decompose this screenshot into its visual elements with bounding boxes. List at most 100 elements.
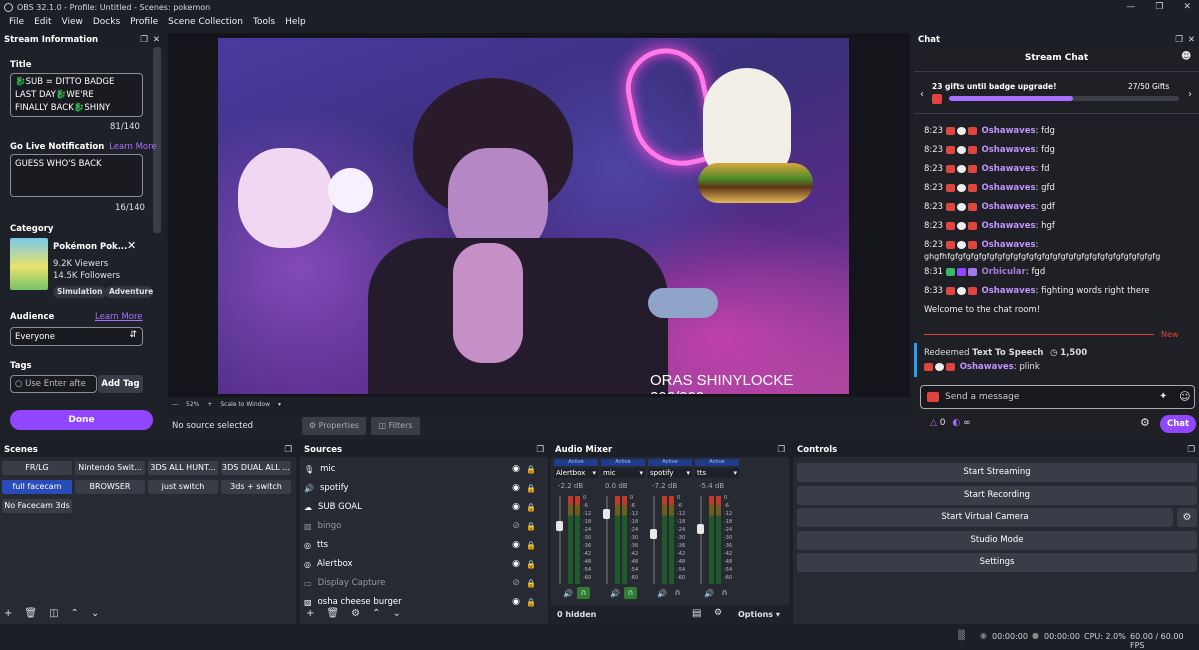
speaker-icon[interactable]: 🔊 — [610, 589, 620, 598]
menu-scene-collection[interactable]: Scene Collection — [163, 15, 248, 29]
float-icon[interactable]: ❐ — [284, 445, 292, 455]
channel-select[interactable]: spotify ▾ — [648, 468, 692, 478]
scene-item[interactable]: 3DS DUAL ALL ... — [221, 461, 291, 475]
headphones-icon[interactable]: ∩ — [577, 587, 590, 599]
tags-input[interactable]: ○ Use Enter afte — [10, 375, 97, 393]
source-item[interactable]: ☁ SUB GOAL ◉ 🔒 — [304, 498, 544, 516]
float-icon[interactable]: ❐ — [777, 445, 785, 455]
eye-icon[interactable]: ◉ — [512, 502, 520, 512]
scene-item[interactable]: 3ds + switch — [221, 480, 291, 494]
audience-select[interactable]: Everyone ⇵ — [10, 327, 143, 346]
start-streaming-button[interactable]: Start Streaming — [797, 463, 1197, 482]
trash-icon[interactable]: 🗑 — [24, 608, 37, 619]
close-icon[interactable]: ✕ — [1183, 2, 1191, 12]
msg-user[interactable]: Oshawaves — [982, 286, 1036, 296]
scene-item[interactable]: Nintendo Swit... — [75, 461, 145, 475]
trash-icon[interactable]: 🗑 — [326, 608, 339, 619]
advanced-audio-icon[interactable]: ⚙ — [714, 608, 722, 618]
lock-icon[interactable]: 🔒 — [526, 541, 536, 550]
title-field[interactable]: 🐉SUB = DITTO BADGE LAST DAY🐉WE'RE FINALL… — [10, 73, 143, 117]
filters-button[interactable]: ◫ Filters — [371, 417, 420, 435]
arrow-up-icon[interactable]: ⌃ — [372, 608, 380, 619]
category-tag[interactable]: Simulation — [53, 286, 107, 298]
msg-user[interactable]: Oshawaves — [982, 126, 1036, 136]
close-icon[interactable]: ✕ — [153, 35, 160, 45]
add-tag-button[interactable]: Add Tag — [98, 375, 143, 393]
headphones-icon[interactable]: ∩ — [624, 587, 637, 599]
golive-notification-field[interactable]: GUESS WHO'S BACK — [10, 154, 143, 197]
float-icon[interactable]: ❐ — [536, 445, 544, 455]
channel-select[interactable]: mic ▾ — [601, 468, 645, 478]
chat-send-button[interactable]: Chat — [1160, 415, 1196, 433]
menu-tools[interactable]: Tools — [248, 15, 280, 29]
done-button[interactable]: Done — [10, 410, 153, 430]
arrow-up-icon[interactable]: ⌃ — [71, 608, 79, 619]
source-item[interactable]: 🔊 spotify ◉ 🔒 — [304, 479, 544, 497]
speaker-icon[interactable]: 🔊 — [704, 589, 714, 598]
channel-select[interactable]: tts ▾ — [695, 468, 739, 478]
source-item[interactable]: ◎ Alertbox ◉ 🔒 — [304, 555, 544, 573]
add-icon[interactable]: + — [4, 608, 12, 619]
points-row[interactable]: △ 0 ◐ ∞ — [930, 418, 971, 428]
preview-canvas[interactable]: ORAS SHINYLOCKE 206/200 — [218, 38, 849, 394]
volume-slider-track[interactable] — [559, 496, 561, 584]
float-icon[interactable]: ❐ — [140, 35, 148, 45]
lock-icon[interactable]: 🔒 — [526, 579, 536, 588]
source-item[interactable]: ◎ tts ◉ 🔒 — [304, 536, 544, 554]
lock-icon[interactable]: 🔒 — [526, 522, 536, 531]
msg-user[interactable]: Oshawaves — [982, 183, 1036, 193]
source-item[interactable]: ▨ bingo ⊘ 🔒 — [304, 517, 544, 535]
add-icon[interactable]: + — [306, 608, 314, 619]
scrollbar[interactable] — [153, 47, 161, 233]
menu-profile[interactable]: Profile — [125, 15, 163, 29]
volume-slider-track[interactable] — [653, 496, 655, 584]
float-icon[interactable]: ❐ — [1187, 445, 1195, 455]
msg-user[interactable]: Oshawaves — [982, 145, 1036, 155]
zoom-out-button[interactable]: — — [172, 401, 178, 408]
maximize-icon[interactable]: ❐ — [1155, 2, 1163, 12]
headphones-icon[interactable]: ∩ — [718, 587, 731, 599]
options-button[interactable]: Options ▾ — [738, 610, 780, 619]
scene-item[interactable]: BROWSER — [75, 480, 145, 494]
volume-slider-handle[interactable] — [603, 509, 610, 519]
source-item[interactable]: 🎙 mic ◉ 🔒 — [304, 460, 544, 478]
close-icon[interactable]: ✕ — [1188, 35, 1195, 45]
scene-item[interactable]: FR/LG — [2, 461, 72, 475]
eye-icon[interactable]: ◉ — [512, 540, 520, 550]
chevron-down-icon[interactable]: ▾ — [278, 401, 281, 408]
studio-mode-button[interactable]: Studio Mode — [797, 531, 1197, 550]
msg-user[interactable]: Oshawaves — [982, 221, 1036, 231]
msg-user[interactable]: Oshawaves — [982, 202, 1036, 212]
filter-icon[interactable]: ◫ — [49, 608, 58, 619]
lock-icon[interactable]: 🔒 — [526, 503, 536, 512]
eye-icon[interactable]: ◉ — [512, 559, 520, 569]
eye-icon[interactable]: ◉ — [512, 597, 520, 607]
msg-user[interactable]: Oshawaves — [960, 362, 1014, 372]
arrow-down-icon[interactable]: ⌄ — [91, 608, 99, 619]
zoom-in-button[interactable]: + — [207, 401, 212, 408]
start-virtual-camera-button[interactable]: Start Virtual Camera — [797, 508, 1173, 527]
channel-select[interactable]: Alertbox ▾ — [554, 468, 598, 478]
volume-slider-handle[interactable] — [697, 524, 704, 534]
eye-off-icon[interactable]: ⊘ — [512, 521, 520, 531]
eye-off-icon[interactable]: ⊘ — [512, 578, 520, 588]
chat-settings-icon[interactable]: ⚙ — [1140, 416, 1150, 429]
minimize-icon[interactable]: — — [1126, 2, 1135, 12]
menu-docks[interactable]: Docks — [88, 15, 125, 29]
users-icon[interactable]: ☻ — [1181, 51, 1191, 62]
menu-help[interactable]: Help — [280, 15, 311, 29]
properties-button[interactable]: ⚙ Properties — [302, 417, 366, 435]
settings-button[interactable]: Settings — [797, 553, 1197, 572]
scene-item[interactable]: 3DS ALL HUNT... — [148, 461, 218, 475]
chevron-right-icon[interactable]: › — [1188, 89, 1192, 100]
scene-item[interactable]: just switch — [148, 480, 218, 494]
gear-icon[interactable]: ⚙ — [351, 608, 360, 619]
menu-edit[interactable]: Edit — [29, 15, 56, 29]
menu-file[interactable]: File — [4, 15, 29, 29]
headphones-icon[interactable]: ∩ — [671, 587, 684, 599]
lock-icon[interactable]: 🔒 — [526, 560, 536, 569]
start-recording-button[interactable]: Start Recording — [797, 486, 1197, 505]
chevron-left-icon[interactable]: ‹ — [920, 89, 924, 100]
virtual-camera-gear-icon[interactable]: ⚙ — [1177, 508, 1197, 527]
volume-slider-handle[interactable] — [556, 521, 563, 531]
